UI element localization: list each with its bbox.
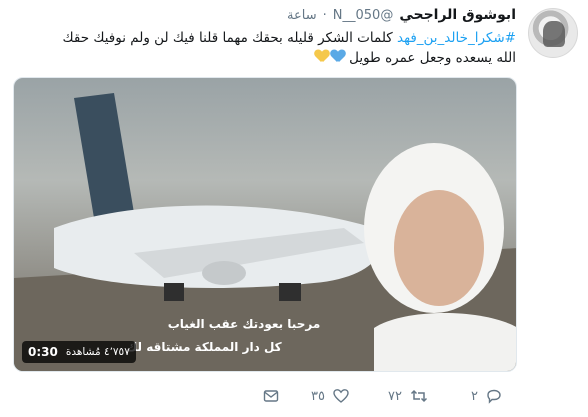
view-count: ٤٬٧٥٧ مُشاهدة <box>65 346 130 358</box>
video-duration: 0:30 <box>28 345 58 359</box>
landing-gear <box>164 283 184 301</box>
like-icon <box>333 389 349 403</box>
avatar-figure <box>543 21 565 47</box>
avatar[interactable] <box>528 8 578 58</box>
yellow-heart-icon <box>315 50 329 63</box>
user-handle[interactable]: @N__050 <box>333 8 394 23</box>
thobe <box>374 313 516 371</box>
reply-button[interactable]: ٢ <box>471 388 502 404</box>
tweet-text-line-1: #شكرا_خالد_بن_فهد كلمات الشكر قليله بحقك… <box>6 28 517 48</box>
tweet-text-body: كلمات الشكر قليله بحقك مهما قلنا فيك لن … <box>62 30 398 46</box>
timestamp[interactable]: ساعة <box>287 8 317 23</box>
video-player[interactable]: مرحبا بعودتك عقب الغياب كل دار المملكة م… <box>13 77 517 372</box>
tweet-text-line-2: الله يسعده وجعل عمره طويل <box>6 48 516 68</box>
message-icon <box>263 390 279 402</box>
video-caption-2: كل دار المملكة مشتاقه لك <box>126 340 281 354</box>
separator-dot: · <box>322 8 327 23</box>
retweet-icon <box>410 389 427 403</box>
tweet-text-body-2: الله يسعده وجعل عمره طويل <box>349 50 516 66</box>
airplane-engine <box>202 261 246 285</box>
tweet[interactable]: ابوشوق الراجحي @N__050 · ساعة #شكرا_خالد… <box>0 0 588 417</box>
display-name[interactable]: ابوشوق الراجحي <box>399 7 516 23</box>
like-count: ٣٥ <box>311 388 325 404</box>
like-button[interactable]: ٣٥ <box>311 388 349 404</box>
landing-gear <box>279 283 301 301</box>
video-frame: مرحبا بعودتك عقب الغياب كل دار المملكة م… <box>14 93 516 371</box>
retweet-count: ٧٢ <box>388 388 402 404</box>
tweet-actions: ٣٥ ٧٢ ٢ <box>13 388 517 408</box>
hashtag-link[interactable]: #شكرا_خالد_بن_فهد <box>397 30 516 46</box>
message-button[interactable] <box>263 388 279 404</box>
airplane-tail <box>74 93 134 218</box>
video-badge: 0:30 ٤٬٧٥٧ مُشاهدة <box>22 341 136 363</box>
reply-icon <box>487 389 501 404</box>
retweet-button[interactable]: ٧٢ <box>388 388 428 404</box>
tweet-text: #شكرا_خالد_بن_فهد كلمات الشكر قليله بحقك… <box>6 28 517 68</box>
reply-count: ٢ <box>471 388 478 404</box>
video-caption-1: مرحبا بعودتك عقب الغياب <box>168 317 321 332</box>
blue-heart-icon <box>331 50 345 63</box>
face <box>394 190 484 306</box>
tweet-header: ابوشوق الراجحي @N__050 · ساعة <box>287 7 516 27</box>
